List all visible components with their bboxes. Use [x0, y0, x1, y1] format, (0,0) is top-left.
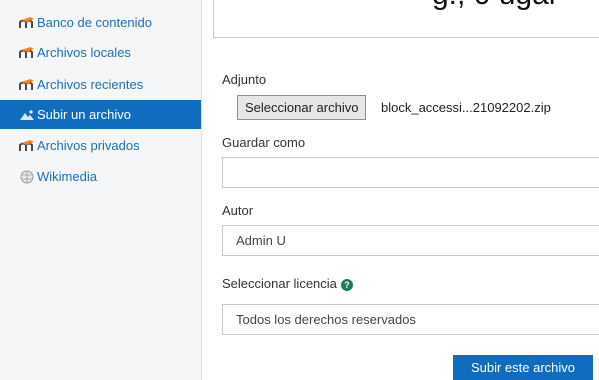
wikimedia-icon [19, 170, 35, 184]
sidebar-item-content-bank[interactable]: Banco de contenido [0, 8, 201, 37]
choose-file-button[interactable]: Seleccionar archivo [237, 95, 367, 120]
license-label-row: Seleccionar licencia? [222, 276, 353, 291]
sidebar-item-label: Wikimedia [37, 169, 97, 184]
sidebar-item-wikimedia[interactable]: Wikimedia [0, 162, 201, 191]
moodle-icon [19, 16, 35, 30]
moodle-icon [19, 46, 35, 60]
sidebar-item-label: Banco de contenido [37, 15, 152, 30]
author-label: Autor [222, 203, 254, 218]
upload-file-button[interactable]: Subir este archivo [453, 355, 593, 380]
sidebar-item-label: Subir un archivo [37, 107, 131, 122]
sidebar-item-private-files[interactable]: Archivos privados [0, 131, 201, 160]
moodle-icon [19, 139, 35, 153]
sidebar-item-upload-file[interactable]: Subir un archivo [0, 100, 201, 129]
top-text-fragment: g., 0 ugar [432, 0, 559, 12]
upload-form: g., 0 ugar Adjunto Seleccionar archivo b… [202, 0, 599, 380]
help-icon[interactable]: ? [340, 278, 353, 291]
save-as-field[interactable] [222, 157, 599, 188]
file-picker-sidebar: Banco de contenido Archivos locales Arch… [0, 0, 202, 380]
author-field[interactable]: Admin U [222, 225, 599, 256]
license-select[interactable]: Todos los derechos reservados [222, 304, 599, 335]
attachment-label: Adjunto [222, 72, 267, 87]
sidebar-item-label: Archivos recientes [37, 77, 144, 92]
sidebar-item-label: Archivos locales [37, 45, 131, 60]
sidebar-item-recent-files[interactable]: Archivos recientes [0, 70, 201, 99]
selected-file-name: block_accessi...21092202.zip [381, 100, 551, 115]
license-label: Seleccionar licencia [222, 276, 337, 291]
sidebar-item-label: Archivos privados [37, 138, 140, 153]
sidebar-item-local-files[interactable]: Archivos locales [0, 38, 201, 67]
save-as-label: Guardar como [222, 135, 306, 150]
upload-icon [19, 108, 35, 122]
moodle-icon [19, 78, 35, 92]
